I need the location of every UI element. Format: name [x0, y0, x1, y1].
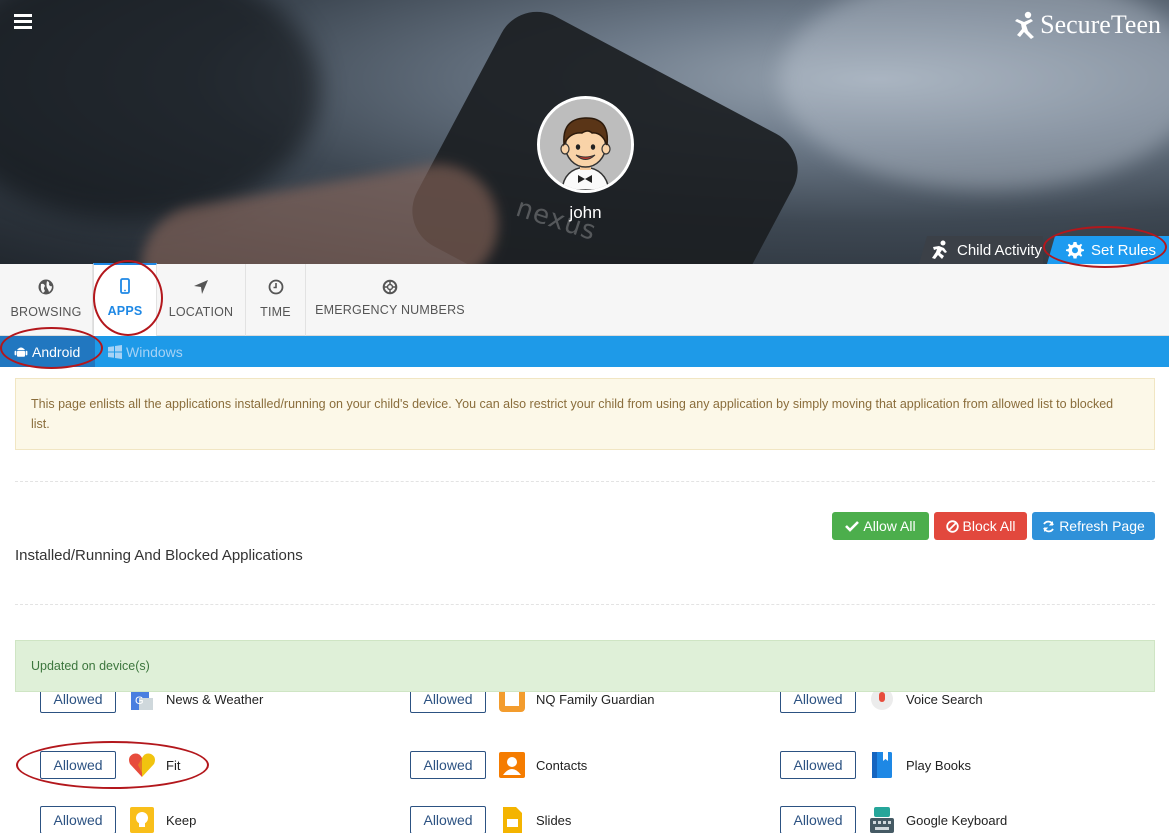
rules-category-tabs: BROWSING APPS LOCATION TIME EMERGENCY NU… [0, 263, 1169, 336]
app-status-toggle[interactable]: Allowed [40, 806, 116, 833]
tab-apps[interactable]: APPS [93, 263, 157, 336]
secureteen-runner-icon [1015, 11, 1035, 39]
list-item: Allowed Keep [40, 805, 196, 833]
set-rules-tab[interactable]: Set Rules [1047, 236, 1169, 264]
platform-tabs: Android Windows [0, 336, 1169, 367]
tab-android[interactable]: Android [0, 336, 95, 367]
tab-time[interactable]: TIME [246, 264, 306, 336]
app-name: Slides [536, 812, 572, 828]
keep-bulb-icon [128, 806, 156, 833]
fit-heart-icon [128, 751, 156, 779]
android-icon [14, 347, 28, 357]
profile-header-banner: nexus SecureTeen john Child Activity Set… [0, 0, 1169, 264]
refresh-icon [1043, 520, 1055, 532]
child-name: john [569, 203, 602, 222]
app-status-toggle[interactable]: Allowed [410, 751, 486, 779]
list-item: Allowed Voice Search [780, 692, 983, 714]
child-activity-label: Child Activity [957, 241, 1043, 259]
tab-emergency-numbers[interactable]: EMERGENCY NUMBERS [306, 264, 474, 336]
app-status-toggle[interactable]: Allowed [40, 692, 116, 713]
globe-icon [38, 279, 54, 295]
life-ring-icon [382, 279, 398, 295]
tab-browsing-label: BROWSING [10, 305, 82, 319]
set-rules-label: Set Rules [1091, 241, 1157, 259]
ban-icon [945, 519, 959, 533]
clock-icon [268, 279, 283, 295]
list-item: Allowed Contacts [410, 750, 587, 780]
app-name: Fit [166, 757, 181, 773]
mobile-icon [120, 278, 130, 294]
update-success-alert: Updated on device(s) [15, 640, 1155, 692]
refresh-page-button[interactable]: Refresh Page [1032, 512, 1155, 540]
block-all-button[interactable]: Block All [934, 512, 1027, 540]
tab-location[interactable]: LOCATION [157, 264, 246, 336]
app-status-toggle[interactable]: Allowed [780, 806, 856, 833]
location-arrow-icon [194, 280, 208, 294]
app-name: Contacts [536, 757, 588, 773]
app-name: News & Weather [166, 692, 264, 707]
apps-info-alert: This page enlists all the applications i… [15, 378, 1155, 450]
tab-time-label: TIME [260, 305, 291, 319]
running-person-icon [932, 240, 947, 259]
app-status-toggle[interactable]: Allowed [780, 751, 856, 779]
app-name: Play Books [906, 757, 972, 773]
keyboard-icon [868, 806, 896, 833]
tab-apps-label: APPS [107, 304, 143, 318]
refresh-page-label: Refresh Page [1059, 518, 1145, 534]
news-weather-icon: G [128, 692, 156, 713]
app-name: Keep [166, 812, 197, 828]
list-item: Allowed NQ Family Guardian [410, 692, 654, 714]
slides-icon [498, 806, 526, 833]
tab-emergency-numbers-label: EMERGENCY NUMBERS [315, 303, 465, 317]
app-name: NQ Family Guardian [536, 692, 655, 707]
app-status-toggle[interactable]: Allowed [780, 692, 856, 713]
list-item: Allowed Play Books [780, 750, 971, 780]
gear-icon [1066, 242, 1084, 259]
app-status-toggle[interactable]: Allowed [40, 751, 116, 779]
list-item: Allowed Slides [410, 805, 571, 833]
hamburger-menu-icon[interactable] [14, 14, 32, 30]
divider [15, 481, 1155, 482]
windows-icon [108, 344, 122, 359]
tab-location-label: LOCATION [168, 305, 234, 319]
list-item: Allowed Fit [40, 750, 180, 780]
tab-browsing[interactable]: BROWSING [0, 264, 93, 336]
allow-all-label: Allow All [863, 518, 916, 534]
app-status-toggle[interactable]: Allowed [410, 692, 486, 713]
boy-avatar-icon [540, 99, 631, 190]
tab-android-label: Android [32, 343, 81, 360]
play-books-icon [868, 751, 896, 779]
list-item: Allowed Google Keyboard [780, 805, 1007, 833]
tab-windows-label: Windows [126, 343, 183, 360]
contacts-icon [498, 751, 526, 779]
app-name: Voice Search [906, 692, 983, 707]
list-item: Allowed G News & Weather [40, 692, 263, 714]
app-name: Google Keyboard [906, 812, 1008, 828]
app-status-toggle[interactable]: Allowed [410, 806, 486, 833]
block-all-label: Block All [962, 518, 1016, 534]
child-activity-tab[interactable]: Child Activity [919, 236, 1043, 264]
svg-text:G: G [135, 695, 144, 707]
voice-search-icon [868, 692, 896, 713]
app-list: Allowed G News & Weather Allowed NQ Fami… [0, 692, 1169, 833]
divider [15, 604, 1155, 605]
check-icon [845, 521, 860, 532]
brand-name: SecureTeen [1040, 10, 1161, 39]
brand-logo[interactable]: SecureTeen [1012, 10, 1161, 40]
allow-all-button[interactable]: Allow All [832, 512, 929, 540]
nq-family-guardian-icon [498, 692, 526, 713]
section-title: Installed/Running And Blocked Applicatio… [15, 547, 303, 564]
tab-windows[interactable]: Windows [108, 336, 183, 367]
child-avatar[interactable] [537, 96, 634, 193]
